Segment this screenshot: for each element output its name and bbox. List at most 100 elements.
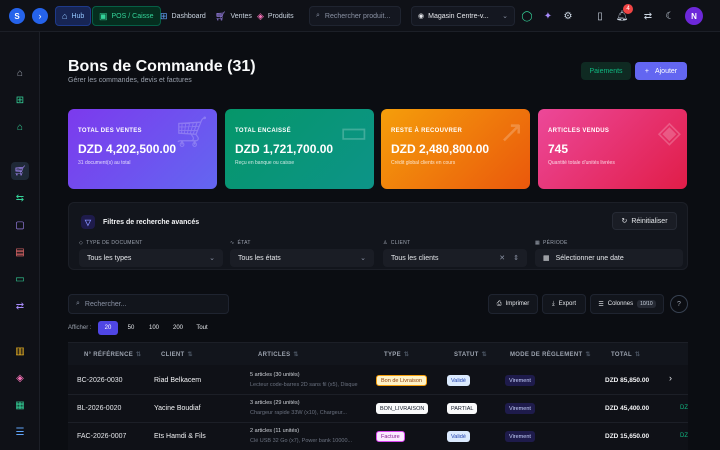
sidebar-repeat-icon[interactable]: ⇆ [11, 189, 29, 207]
sidebar-bag-icon[interactable]: ▢ [11, 216, 29, 234]
chevron-right-icon[interactable]: › [669, 373, 672, 383]
tag-icon: ◇ [79, 240, 84, 246]
sidebar-card-icon[interactable]: ▭ [11, 270, 29, 288]
row-status-badge: Validé [447, 431, 470, 442]
row-articles: 2 articles (11 unités) [250, 428, 300, 434]
chat-icon[interactable]: ◯ [519, 8, 535, 24]
row-type-badge: BON_LIVRAISON [376, 403, 429, 414]
page-size-all[interactable]: Tout [192, 321, 212, 335]
row-client: Riad Belkacem [154, 377, 202, 384]
print-label: Imprimer [505, 301, 530, 307]
clear-icon[interactable]: ✕ [499, 254, 505, 262]
filter-etat-label-text: ÉTAT [237, 240, 251, 246]
col-reference-label: N° RÉFÉRENCE [84, 352, 134, 358]
table-header: N° RÉFÉRENCE ⇅ CLIENT ⇅ ARTICLES ⇅ TYPE ⇅ ST… [68, 343, 688, 365]
location-icon: ◉ [418, 13, 425, 20]
filter-type-label: ◇ TYPE DE DOCUMENT [79, 240, 143, 246]
register-icon: ▣ [99, 10, 108, 21]
filter-periode-select[interactable]: ▦ Sélectionner une date [535, 249, 683, 267]
table-row[interactable]: BC-2026-0030 Riad Belkacem 5 articles (3… [68, 367, 688, 395]
paiements-button[interactable]: Paiements [581, 62, 631, 80]
col-type[interactable]: TYPE ⇅ [384, 351, 409, 358]
card-desc: Crédit global clients en cours [391, 160, 456, 166]
sidebar-bank-icon[interactable]: ⌂ [11, 118, 29, 136]
row-articles-detail: Chargeur rapide 33W (x10), Chargeur... [250, 410, 347, 416]
box-icon: ◈ [657, 116, 681, 149]
card-reste-recouvrer: ↗ RESTE À RECOUVRER DZD 2,480,800.00 Cré… [381, 109, 530, 189]
nav-pos[interactable]: ▣ POS / Caisse [92, 6, 161, 26]
page-size-20[interactable]: 20 [98, 321, 118, 335]
sidebar-cart-icon[interactable]: 🛒︎ [11, 162, 29, 180]
col-statut[interactable]: STATUT ⇅ [454, 351, 487, 358]
table-row[interactable]: BL-2026-0020 Yacine Boudiaf 3 articles (… [68, 395, 688, 423]
settings-icon[interactable]: ⚙ [560, 8, 576, 24]
sidebar-home-icon[interactable]: ⌂ [11, 64, 29, 82]
moon-icon[interactable]: ☾ [662, 8, 678, 24]
store-name: Magasin Centre-v... [428, 12, 489, 20]
row-articles: 3 articles (29 unités) [250, 400, 300, 406]
col-articles[interactable]: ARTICLES ⇅ [258, 351, 299, 358]
main-content: Bons de Commande (31) Gérer les commande… [40, 32, 720, 450]
columns-label: Colonnes [607, 301, 634, 307]
columns-count: 10/10 [637, 300, 656, 308]
col-total[interactable]: TOTAL ⇅ [611, 351, 640, 358]
global-search-input[interactable]: ⌕ Rechercher produit... [309, 6, 401, 26]
sort-icon: ⇅ [293, 352, 299, 358]
table-row[interactable]: FAC-2026-0007 Ets Hamdi & Fils 2 article… [68, 423, 688, 450]
col-statut-label: STATUT [454, 352, 479, 358]
nav-dashboard[interactable]: ⊞ Dashboard [154, 6, 212, 26]
col-reference[interactable]: N° RÉFÉRENCE ⇅ [84, 351, 141, 358]
sidebar-book-icon[interactable]: ▥ [11, 342, 29, 360]
export-label: Export [558, 301, 576, 307]
page-size-200[interactable]: 200 [168, 321, 188, 335]
columns-icon: ☰ [598, 301, 604, 308]
card-desc: Quantité totale d'unités livrées [548, 160, 615, 166]
filter-type-select[interactable]: Tous les types ⌄ [79, 249, 223, 267]
sidebar-transfer-icon[interactable]: ⇄ [11, 297, 29, 315]
nav-produits[interactable]: ◈ Produits [251, 6, 300, 26]
user-avatar[interactable]: N [685, 7, 703, 25]
app-logo[interactable]: S [9, 8, 25, 24]
orders-table: N° RÉFÉRENCE ⇅ CLIENT ⇅ ARTICLES ⇅ TYPE ⇅ ST… [68, 342, 688, 450]
col-client[interactable]: CLIENT ⇅ [161, 351, 193, 358]
page-size-100[interactable]: 100 [144, 321, 164, 335]
trend-icon: ↗ [498, 116, 524, 149]
store-selector[interactable]: ◉ Magasin Centre-v... ⌄ [411, 6, 515, 26]
row-total: DZD 15,650.00 [605, 433, 650, 440]
help-button[interactable]: ? [670, 295, 688, 313]
printer-icon: ⎙ [496, 300, 502, 307]
col-mode[interactable]: MODE DE RÈGLEMENT ⇅ [510, 351, 591, 358]
nav-hub[interactable]: ⌂ Hub [55, 6, 92, 26]
translate-icon[interactable]: ⇄ [640, 8, 656, 24]
expand-sidebar-button[interactable]: › [32, 8, 48, 24]
home-icon: ⌂ [62, 11, 68, 21]
page-size-label: Afficher : [68, 325, 92, 331]
filter-client-select[interactable]: Tous les clients ✕ ⇕ [383, 249, 527, 267]
page-size-50[interactable]: 50 [122, 321, 140, 335]
card-desc: 31 document(s) au total [78, 160, 131, 166]
col-type-label: TYPE [384, 352, 401, 358]
table-search-input[interactable]: ⌕ Rechercher... [68, 294, 229, 314]
add-button[interactable]: + Ajouter [635, 62, 687, 80]
filter-etat-select[interactable]: Tous les états ⌄ [230, 249, 374, 267]
sidebar-dashboard-icon[interactable]: ⊞ [11, 91, 29, 109]
ai-sparkle-icon[interactable]: ✦ [540, 8, 556, 24]
reset-button[interactable]: ↻ Réinitialiser [612, 212, 677, 230]
row-type-badge: Facture [376, 431, 405, 442]
row-articles-detail: Clé USB 32 Go (x7), Power bank 10000... [250, 438, 353, 444]
sidebar-document-icon[interactable]: ▤ [11, 243, 29, 261]
print-button[interactable]: ⎙ Imprimer [488, 294, 538, 314]
mobile-icon[interactable]: ▯ [592, 8, 608, 24]
chevron-right-icon: › [38, 11, 42, 21]
filter-etat-label: ∿ ÉTAT [230, 240, 251, 246]
filter-type-label-text: TYPE DE DOCUMENT [86, 240, 143, 246]
sidebar-list-icon[interactable]: ☰ [11, 423, 29, 441]
columns-button[interactable]: ☰ Colonnes 10/10 [590, 294, 664, 314]
nav-hub-label: Hub [71, 12, 85, 20]
plus-icon: + [644, 67, 649, 75]
reset-label: Réinitialiser [631, 217, 668, 225]
sidebar-clipboard-icon[interactable]: ▦ [11, 396, 29, 414]
sidebar-box-icon[interactable]: ◈ [11, 369, 29, 387]
sort-icon: ⇅ [481, 352, 487, 358]
export-button[interactable]: ⤓ Export [542, 294, 586, 314]
